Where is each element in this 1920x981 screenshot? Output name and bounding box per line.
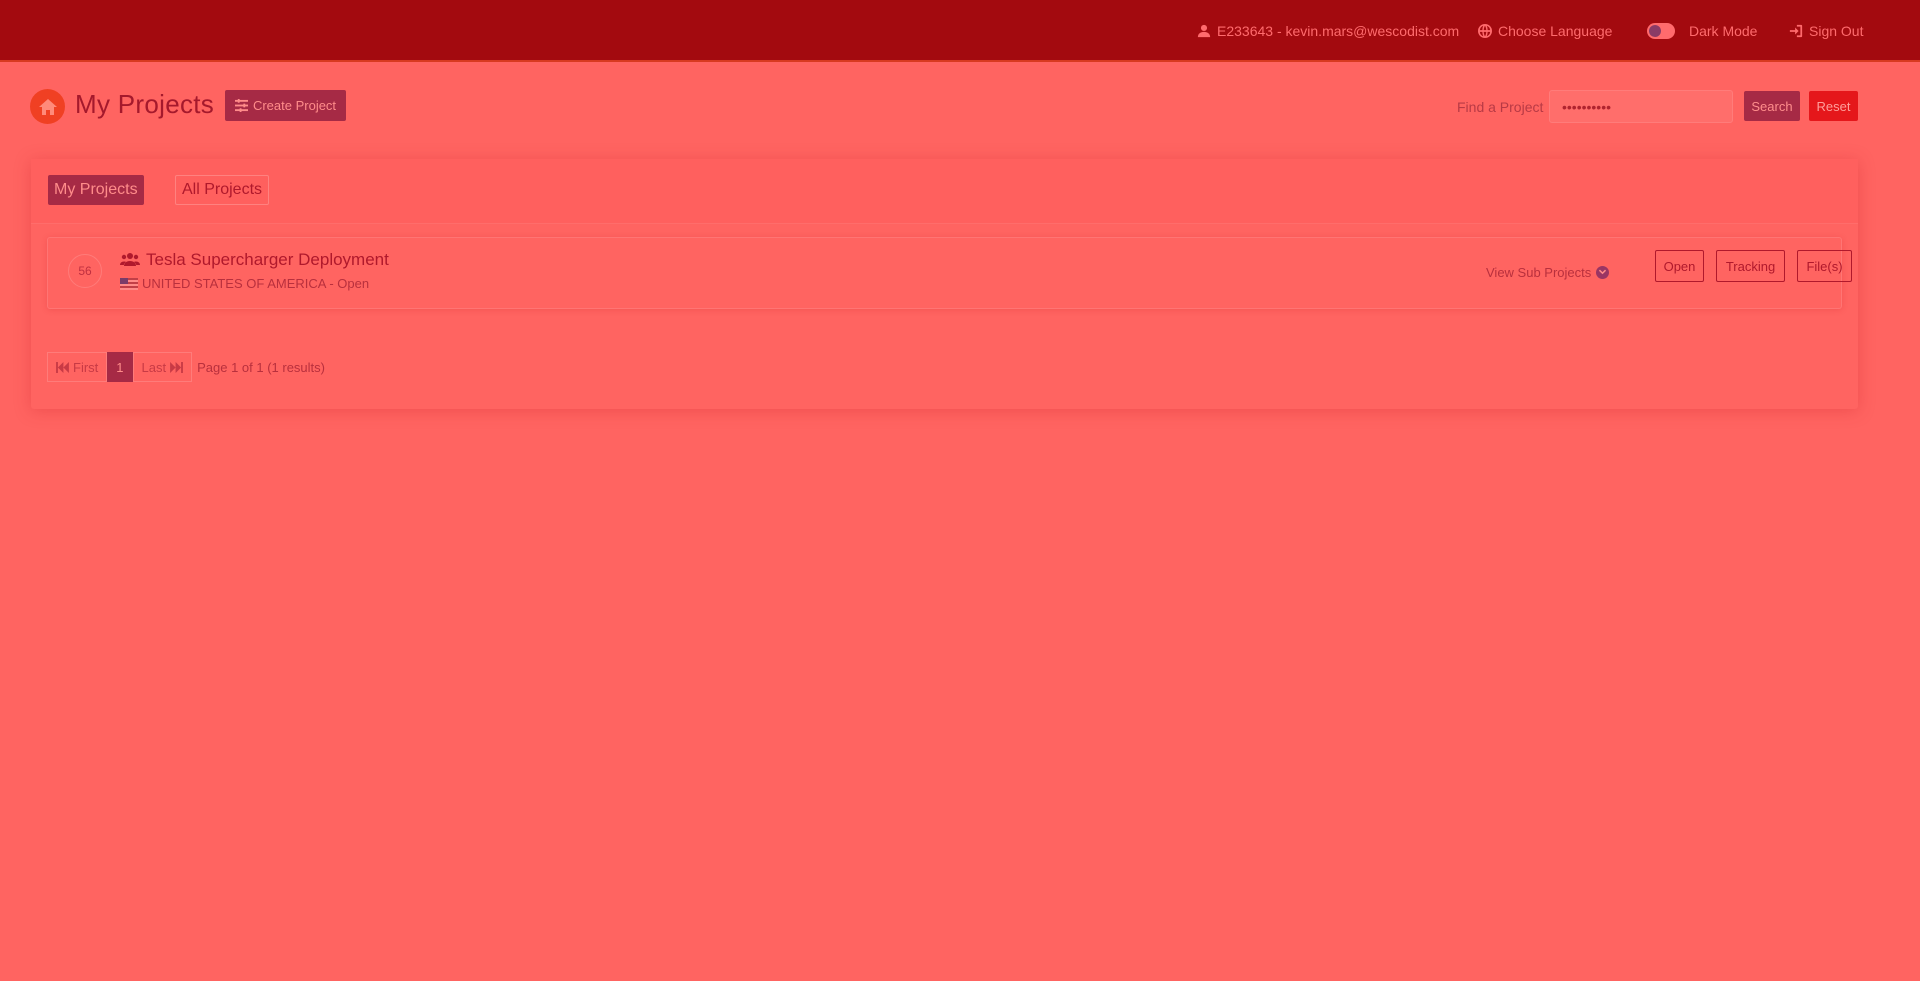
sign-out-link[interactable]: Sign Out — [1789, 20, 1863, 42]
create-project-label: Create Project — [252, 98, 337, 113]
dark-mode-label: Dark Mode — [1689, 23, 1758, 39]
user-account-link[interactable]: E233643 - kevin.mars@wescodist.com — [1197, 20, 1459, 42]
first-page-button[interactable]: First — [47, 352, 108, 382]
projects-card: My Projects All Projects 56 Tesla Superc… — [31, 159, 1858, 409]
card-header: My Projects All Projects — [31, 159, 1858, 224]
search-button[interactable]: Search — [1744, 91, 1800, 121]
dark-mode-toggle[interactable]: Dark Mode — [1647, 20, 1757, 42]
pagination: First 1 Last Page 1 of 1 (1 results) — [47, 352, 325, 382]
create-project-button[interactable]: Create Project — [225, 90, 346, 121]
view-sub-projects-label: View Sub Projects — [1486, 265, 1592, 280]
top-navbar: E233643 - kevin.mars@wescodist.com Choos… — [0, 0, 1920, 62]
tab-my-projects[interactable]: My Projects — [48, 175, 144, 205]
project-country-status-text: UNITED STATES OF AMERICA - Open — [142, 276, 370, 291]
project-search-input[interactable] — [1549, 90, 1733, 123]
users-icon — [120, 253, 140, 266]
open-button[interactable]: Open — [1655, 250, 1704, 282]
find-project-label: Find a Project — [1457, 99, 1544, 115]
user-account-label: E233643 - kevin.mars@wescodist.com — [1217, 23, 1460, 39]
user-icon — [1197, 24, 1211, 38]
home-icon — [38, 98, 57, 115]
page-1-button[interactable]: 1 — [107, 352, 133, 382]
project-title[interactable]: Tesla Supercharger Deployment — [120, 250, 389, 270]
sign-out-label: Sign Out — [1809, 23, 1864, 39]
project-number-badge: 56 — [68, 254, 102, 288]
choose-language-link[interactable]: Choose Language — [1478, 20, 1612, 42]
project-title-text: Tesla Supercharger Deployment — [146, 250, 389, 269]
last-page-button[interactable]: Last — [132, 352, 193, 382]
chevron-down-icon — [1596, 266, 1610, 279]
page-info-text: Page 1 of 1 (1 results) — [197, 359, 325, 375]
choose-language-label: Choose Language — [1498, 23, 1613, 39]
reset-button[interactable]: Reset — [1809, 91, 1858, 121]
project-location-status: UNITED STATES OF AMERICA - Open — [120, 276, 369, 291]
view-sub-projects-link[interactable]: View Sub Projects — [1486, 265, 1610, 280]
toggle-switch[interactable] — [1647, 23, 1675, 39]
tab-all-projects[interactable]: All Projects — [175, 175, 270, 205]
fast-forward-icon — [170, 361, 184, 373]
home-button[interactable] — [30, 89, 65, 124]
us-flag-icon — [120, 277, 138, 290]
tracking-button[interactable]: Tracking — [1716, 250, 1785, 282]
first-page-label: First — [73, 359, 99, 375]
last-page-label: Last — [141, 359, 167, 375]
sliders-icon — [234, 99, 248, 112]
project-row: 56 Tesla Supercharger Deployment UNITED … — [47, 237, 1852, 309]
sign-in-arrow-icon — [1789, 24, 1803, 38]
files-button[interactable]: File(s) — [1797, 250, 1852, 282]
page-title: My Projects — [75, 89, 215, 119]
globe-icon — [1478, 24, 1492, 38]
fast-backward-icon — [56, 361, 69, 373]
